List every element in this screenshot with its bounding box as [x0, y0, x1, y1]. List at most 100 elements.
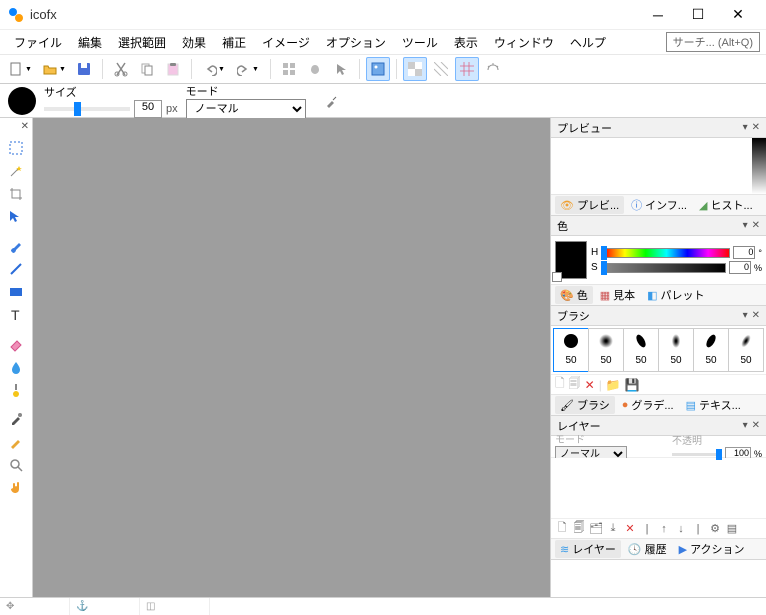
- size-value-input[interactable]: 50: [134, 100, 162, 118]
- brush-preset-1[interactable]: 50: [588, 328, 624, 372]
- tab-preview[interactable]: 👁プレビ...: [555, 196, 624, 214]
- tab-history[interactable]: 🕓履歴: [623, 540, 672, 558]
- brush-preset-3[interactable]: 50: [658, 328, 694, 372]
- menu-file[interactable]: ファイル: [6, 32, 70, 53]
- group-layer-icon[interactable]: 🗂: [589, 522, 603, 535]
- size-slider[interactable]: [44, 107, 130, 111]
- open-brush-icon[interactable]: 📁: [606, 378, 621, 392]
- layer-list[interactable]: [551, 458, 766, 518]
- magic-wand-tool[interactable]: [5, 160, 27, 182]
- paste-button[interactable]: [161, 57, 185, 81]
- tab-texture[interactable]: ▤テキス...: [681, 396, 746, 414]
- menu-adjust[interactable]: 補正: [214, 32, 254, 53]
- layer-down-icon[interactable]: ↓: [674, 523, 688, 535]
- layer-collapse-icon[interactable]: ▾: [743, 420, 748, 431]
- menu-tools[interactable]: ツール: [394, 32, 446, 53]
- eraser-tool[interactable]: [5, 333, 27, 355]
- eyedropper-tool[interactable]: [5, 408, 27, 430]
- layer-opts-icon[interactable]: ▤: [725, 522, 739, 535]
- save-brush-icon[interactable]: 💾: [625, 378, 640, 392]
- dup-layer-icon[interactable]: 🗐: [572, 519, 586, 538]
- rect-select-tool[interactable]: [5, 137, 27, 159]
- text-tool[interactable]: T: [5, 304, 27, 326]
- menu-image[interactable]: イメージ: [254, 32, 318, 53]
- hue-slider[interactable]: [603, 248, 730, 258]
- tab-layer[interactable]: ≋レイヤー: [555, 540, 621, 558]
- search-input[interactable]: サーチ... (Alt+Q): [666, 32, 760, 52]
- menu-options[interactable]: オプション: [318, 32, 394, 53]
- sat-value[interactable]: 0: [729, 261, 751, 274]
- hue-value[interactable]: 0: [733, 246, 755, 259]
- layer-close-icon[interactable]: ✕: [752, 420, 760, 431]
- brush-extra-icon[interactable]: [320, 89, 344, 113]
- tab-palette[interactable]: ◧パレット: [642, 286, 709, 304]
- preview-collapse-icon[interactable]: ▾: [743, 122, 748, 133]
- close-button[interactable]: ✕: [718, 2, 758, 28]
- line-tool[interactable]: [5, 258, 27, 280]
- preview-gradient-strip[interactable]: [752, 138, 766, 194]
- brush-preset-4[interactable]: 50: [693, 328, 729, 372]
- apple-icon-button[interactable]: [303, 57, 327, 81]
- crop-tool[interactable]: [5, 183, 27, 205]
- grid-button[interactable]: [455, 57, 479, 81]
- cursor-icon-button[interactable]: [329, 57, 353, 81]
- delete-brush-icon[interactable]: ✕: [585, 378, 595, 392]
- windows-icon-button[interactable]: [277, 57, 301, 81]
- menu-help[interactable]: ヘルプ: [562, 32, 614, 53]
- toolbox-close-icon[interactable]: ✕: [21, 121, 29, 132]
- tab-info[interactable]: ⓘインフ...: [626, 196, 692, 214]
- maximize-button[interactable]: ☐: [678, 2, 718, 28]
- tab-swatch[interactable]: ▦見本: [595, 286, 640, 304]
- merge-down-icon[interactable]: ⤓: [606, 522, 620, 535]
- brush-close-icon[interactable]: ✕: [752, 310, 760, 321]
- brush-tool[interactable]: [5, 235, 27, 257]
- preview-close-icon[interactable]: ✕: [752, 122, 760, 133]
- tab-gradient[interactable]: ●グラデ...: [617, 396, 679, 414]
- menu-edit[interactable]: 編集: [70, 32, 110, 53]
- layer-fx-icon[interactable]: ⚙: [708, 522, 722, 535]
- save-button[interactable]: [72, 57, 96, 81]
- menu-view[interactable]: 表示: [446, 32, 486, 53]
- background-color-swatch[interactable]: [552, 272, 562, 282]
- rectangle-tool[interactable]: [5, 281, 27, 303]
- tab-color[interactable]: 🎨色: [555, 286, 593, 304]
- brush-preset-2[interactable]: 50: [623, 328, 659, 372]
- copy-button[interactable]: [135, 57, 159, 81]
- effects-button[interactable]: [481, 57, 505, 81]
- menu-window[interactable]: ウィンドウ: [486, 32, 562, 53]
- zoom-tool[interactable]: [5, 454, 27, 476]
- brush-preset-0[interactable]: 50: [553, 328, 589, 372]
- hatch-button[interactable]: [429, 57, 453, 81]
- open-button[interactable]: ▼: [38, 57, 70, 81]
- color-close-icon[interactable]: ✕: [752, 220, 760, 231]
- menu-selection[interactable]: 選択範囲: [110, 32, 174, 53]
- image-mode-button[interactable]: [366, 57, 390, 81]
- undo-button[interactable]: ▼: [198, 57, 230, 81]
- color-collapse-icon[interactable]: ▾: [743, 220, 748, 231]
- delete-layer-icon[interactable]: ✕: [623, 522, 637, 535]
- canvas-area[interactable]: [33, 118, 550, 597]
- mode-select[interactable]: ノーマル: [186, 99, 306, 119]
- move-tool[interactable]: [5, 206, 27, 228]
- checker-button[interactable]: [403, 57, 427, 81]
- tab-action[interactable]: ▶アクション: [674, 540, 750, 558]
- tab-brush[interactable]: 🖌ブラシ: [555, 396, 615, 414]
- new-brush-icon[interactable]: 🗋: [555, 374, 565, 395]
- opacity-slider[interactable]: [672, 453, 722, 456]
- brush-collapse-icon[interactable]: ▾: [743, 310, 748, 321]
- pencil-tool[interactable]: [5, 431, 27, 453]
- brush-preset-5[interactable]: 50: [728, 328, 764, 372]
- sat-slider[interactable]: [603, 263, 726, 273]
- new-layer-icon[interactable]: 🗋: [555, 519, 569, 538]
- redo-button[interactable]: ▼: [232, 57, 264, 81]
- cut-button[interactable]: [109, 57, 133, 81]
- blur-tool[interactable]: [5, 356, 27, 378]
- dodge-tool[interactable]: [5, 379, 27, 401]
- layer-up-icon[interactable]: ↑: [657, 523, 671, 535]
- menu-effect[interactable]: 効果: [174, 32, 214, 53]
- hand-tool[interactable]: [5, 477, 27, 499]
- minimize-button[interactable]: ─: [638, 2, 678, 28]
- new-button[interactable]: ▼: [4, 57, 36, 81]
- dup-brush-icon[interactable]: 🗐: [569, 374, 581, 395]
- tab-histogram[interactable]: ◢ヒスト...: [694, 196, 758, 214]
